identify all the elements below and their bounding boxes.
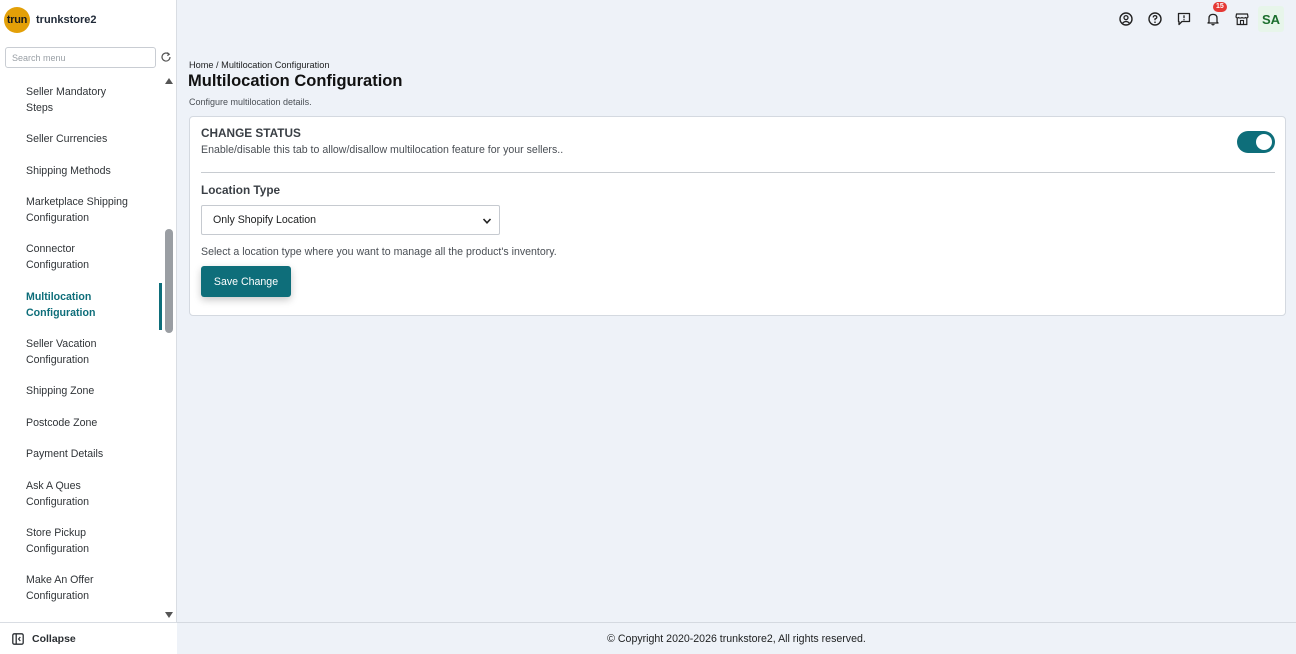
multilocation-settings-card: CHANGE STATUS Enable/disable this tab to… (189, 116, 1286, 316)
store-icon[interactable] (1234, 11, 1250, 27)
divider (201, 172, 1275, 173)
sidebar-item-shipping-methods[interactable]: Shipping Methods (26, 164, 151, 180)
feedback-icon[interactable] (1176, 11, 1192, 27)
sidebar-scrollbar[interactable] (164, 78, 174, 618)
sidebar-item-seller-currencies[interactable]: Seller Currencies (26, 132, 151, 148)
location-type-label: Location Type (201, 183, 281, 197)
sidebar-item-multilocation-configuration[interactable]: Multilocation Configuration (26, 290, 151, 322)
sidebar-item-ask-a-ques-configuration[interactable]: Ask A Ques Configuration (26, 479, 151, 511)
scroll-up-arrow-icon[interactable] (165, 78, 173, 84)
sidebar-item-marketplace-shipping-configuration[interactable]: Marketplace Shipping Configuration (26, 195, 151, 227)
active-indicator (159, 283, 162, 330)
sidebar-item-seller-vacation-configuration[interactable]: Seller Vacation Configuration (26, 337, 151, 369)
location-type-select[interactable]: Only Shopify Location (201, 205, 500, 235)
collapse-label: Collapse (32, 632, 76, 645)
scroll-down-arrow-icon[interactable] (165, 612, 173, 618)
help-icon[interactable] (1147, 11, 1163, 27)
brand-logo: trun (4, 7, 30, 33)
sidebar-item-shipping-zone[interactable]: Shipping Zone (26, 384, 151, 400)
sidebar-item-payment-details[interactable]: Payment Details (26, 447, 151, 463)
refresh-icon[interactable] (160, 51, 172, 63)
bell-icon[interactable]: 15 (1205, 2, 1227, 27)
location-type-help-text: Select a location type where you want to… (201, 246, 557, 258)
chevron-down-icon (482, 218, 492, 224)
sidebar-item-store-pickup-configuration[interactable]: Store Pickup Configuration (26, 526, 151, 558)
user-avatar[interactable]: SA (1258, 6, 1284, 32)
page-title: Multilocation Configuration (188, 72, 403, 90)
change-status-description: Enable/disable this tab to allow/disallo… (201, 144, 564, 156)
sidebar-menu: Seller Mandatory Steps Seller Currencies … (0, 78, 162, 616)
search-menu-input[interactable] (5, 47, 156, 68)
save-change-button[interactable]: Save Change (201, 266, 291, 297)
notification-count-badge: 15 (1213, 2, 1227, 12)
toggle-knob (1256, 134, 1272, 150)
sidebar: trun trunkstore2 Seller MandatorySteps S… (0, 0, 177, 654)
sidebar-item-postcode-zone[interactable]: Postcode Zone (26, 416, 151, 432)
page-subtitle: Configure multilocation details. (189, 97, 312, 107)
topbar-actions: 15 SA (1105, 2, 1284, 32)
sidebar-item-seller-mandatory-steps[interactable]: Seller Mandatory Steps (26, 85, 151, 117)
brand-name: trunkstore2 (36, 14, 97, 26)
scrollbar-thumb[interactable] (165, 229, 173, 333)
collapse-button[interactable]: Collapse (0, 622, 177, 654)
footer-copyright: © Copyright 2020-2026 trunkstore2, All r… (177, 622, 1296, 654)
sidebar-item-make-an-offer-configuration[interactable]: Make An Offer Configuration (26, 573, 151, 605)
multilocation-toggle[interactable] (1237, 131, 1275, 153)
location-type-selected-value: Only Shopify Location (213, 214, 317, 226)
breadcrumb: Home / Multilocation Configuration (189, 60, 330, 70)
change-status-title: CHANGE STATUS (201, 126, 301, 140)
sidebar-item-connector-configuration[interactable]: Connector Configuration (26, 242, 151, 274)
account-circle-icon[interactable] (1118, 11, 1134, 27)
collapse-sidebar-icon (12, 632, 24, 645)
brand[interactable]: trun trunkstore2 (4, 7, 97, 33)
